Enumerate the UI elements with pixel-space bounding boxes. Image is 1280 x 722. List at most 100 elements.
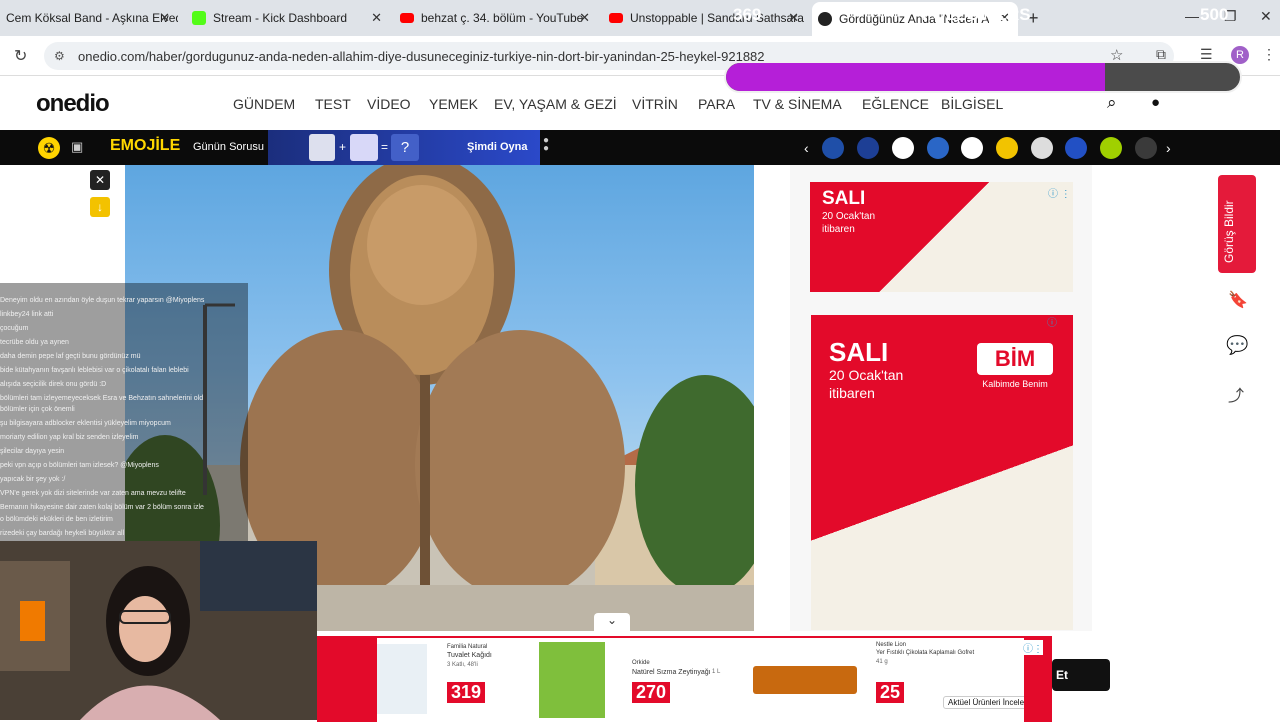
close-icon[interactable]: ✕ [159,10,170,26]
ad-1-date: 20 Ocak'tan [822,211,876,222]
followers-label: FOLLOWERS [922,5,1031,24]
ad-info-icon-2[interactable]: ⓘ [1047,314,1057,329]
radiation-icon[interactable]: ☢ [38,137,60,159]
ad-banner-2[interactable]: SALI 20 Ocak'tan itibaren BİM Kalbimde B… [811,315,1073,630]
emojile-brand-icon[interactable] [1135,137,1157,159]
item-2-name: Natürel Sızma Zeytinyağı [632,669,711,676]
chevron-down-icon[interactable]: ⌄ [594,613,630,633]
window-close-icon[interactable]: ✕ [1260,8,1272,25]
olive-oil-image [539,642,605,718]
followers-progress-fill [726,63,1106,91]
bim-logo: BİM [977,343,1053,375]
nav-gundem[interactable]: GÜNDEM [233,96,295,112]
ad-info-icon[interactable]: ⓘ ⋮ [1048,185,1071,200]
nav-tv-sinema[interactable]: TV & SİNEMA [753,96,842,112]
yellow-brand-icon[interactable] [996,137,1018,159]
nav-test[interactable]: TEST [315,96,351,112]
user-icon[interactable]: ● [1151,94,1160,111]
feedback-label: Görüş Bildir [1222,200,1236,263]
chat-message: o bölümdeki ekükleri de ben izletirim [0,516,113,523]
feedback-button[interactable]: Görüş Bildir [1218,175,1256,273]
chat-message: tecrübe oldu ya aynen [0,339,69,346]
plus-sign: + [339,140,347,154]
ad-1-day: SALI [822,188,866,209]
tab-2[interactable]: Stream - Kick Dashboard ✕ [186,0,390,36]
bim-tagline: Kalbimde Benim [982,379,1048,389]
ad-2-date: 20 Ocak'tan [829,367,904,383]
ad-2-day: SALI [829,337,889,367]
tab-4[interactable]: Unstoppable | Sandaru Sathsara ✕ [603,0,807,36]
download-icon[interactable]: ↓ [90,197,110,217]
nav-para[interactable]: PARA [698,96,735,112]
tab-4-title: Unstoppable | Sandaru Sathsara [630,11,804,25]
share-icon[interactable]: ⤴ [1228,382,1244,406]
chat-message: bölümler için çok önemli [0,406,75,413]
ad-1-since: itibaren [822,224,855,235]
tab-1-title: Cem Köksal Band - Aşkına Elveda [6,11,178,25]
followers-current: 369 [733,5,762,24]
et-button[interactable]: Et [1052,659,1110,691]
url-text[interactable]: onedio.com/haber/gordugunuz-anda-neden-a… [78,49,765,64]
tab-3[interactable]: behzat ç. 34. bölüm - YouTube ✕ [394,0,598,36]
close-icon[interactable]: ✕ [579,10,590,26]
play-now-button[interactable]: Şimdi Oyna [467,141,528,153]
followers-goal: 500 [1200,5,1229,24]
profile-avatar[interactable]: R [1231,46,1249,64]
site-logo[interactable]: onedio [36,90,110,118]
chat-message: Bernanın hikayesine dair zaten kolaj böl… [0,504,204,511]
chat-message: şu bilgisayara adblocker eklentisi yükle… [0,420,171,427]
item-3-brand: Nestle Lion [876,642,907,648]
chat-message: rizedeki çay bardağı heykeli büyüktür al… [0,530,125,537]
menu-icon[interactable]: ⋮ [1262,46,1276,63]
onedio-icon [818,12,832,26]
more-dots-icon[interactable]: ● ● [543,136,549,154]
philips-brand-icon-2[interactable] [1065,137,1087,159]
nav-bilgisel[interactable]: BİLGİSEL [941,96,1003,112]
site-info-icon[interactable]: ⚙ [54,49,65,63]
bank-brand-icon[interactable] [822,137,844,159]
ad-banner-1[interactable]: SALI 20 Ocak'tan itibaren [810,182,1073,292]
bigpop-brand-icon[interactable] [1100,137,1122,159]
nav-vitrin[interactable]: VİTRİN [632,96,678,112]
comments-icon[interactable]: 💬 [1226,335,1248,356]
item-3-detail: 41 g [876,659,888,665]
dk-brand-icon[interactable] [961,137,983,159]
chevron-left-icon[interactable]: ‹ [804,140,809,156]
chevron-right-icon[interactable]: › [1166,140,1171,156]
nav-eglence[interactable]: EĞLENCE [862,96,929,112]
chat-message: daha demin pepe laf geçti bunu gördünüz … [0,353,141,360]
item-2-detail: 1 L [712,669,721,675]
bottom-ad-left-accent [317,638,377,722]
close-icon[interactable]: ✕ [788,10,799,26]
plus-brand-icon[interactable] [892,137,914,159]
bottom-sticky-ad[interactable]: Familia Natural Tuvalet Kağıdı 3 Katlı, … [317,636,1052,722]
x-share-icon[interactable]: ✕ [90,170,110,190]
tab-2-title: Stream - Kick Dashboard [213,11,348,25]
item-1-brand: Familia Natural [447,644,488,650]
kick-icon [192,11,206,25]
browse-products-button[interactable]: Aktüel Ürünleri İncele [943,696,1030,709]
nivea-brand-icon[interactable] [857,137,879,159]
equals-sign: = [381,140,389,154]
nav-yemek[interactable]: YEMEK [429,96,478,112]
nav-ev-yasam[interactable]: EV, YAŞAM & GEZİ [494,96,617,112]
item-1-price: 319 [447,682,486,703]
chat-message: linkbey24 link atti [0,311,54,318]
emojile-logo[interactable]: EMOJİLE [110,137,180,155]
gunun-sorusu-label: Günün Sorusu [193,141,264,153]
candy-icon [350,134,378,161]
game-icon[interactable]: ▣ [71,139,83,155]
chat-message: moriarty edilion yap kral biz senden izl… [0,434,139,441]
bottom-ad-info-icon[interactable]: ⓘ⋮ [1023,640,1043,655]
reload-icon[interactable]: ↻ [14,46,27,66]
search-icon[interactable]: ⌕ [1107,93,1117,113]
philips-brand-icon[interactable] [927,137,949,159]
minimize-icon[interactable]: — [1185,8,1199,24]
close-icon[interactable]: ✕ [371,10,382,26]
star-brand-icon[interactable] [1031,137,1053,159]
tab-1[interactable]: Cem Köksal Band - Aşkına Elveda ✕ [0,0,178,36]
stream-chat-overlay: Deneyim oldu en azından öyle duşun tekra… [0,283,248,541]
item-1-name: Tuvalet Kağıdı [447,652,492,659]
bookmark-icon[interactable]: 🔖 [1228,290,1248,310]
nav-video[interactable]: VİDEO [367,96,411,112]
